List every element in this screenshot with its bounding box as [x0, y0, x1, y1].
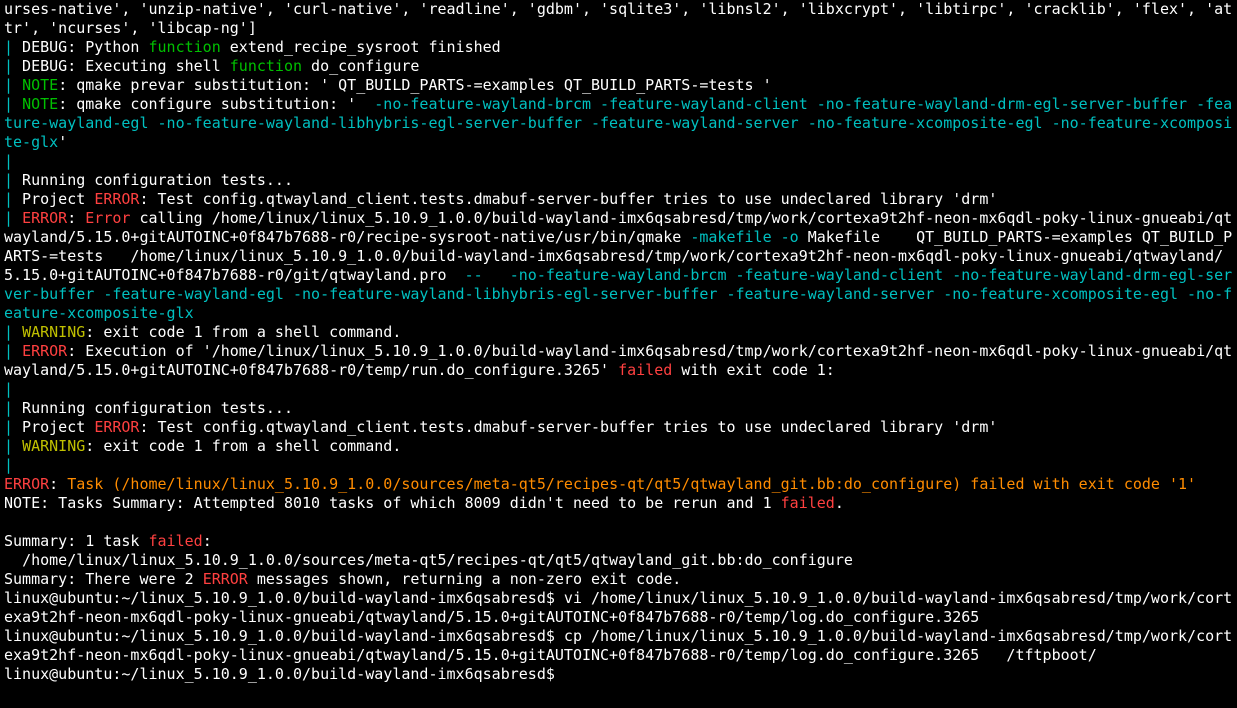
warning-label: WARNING	[22, 323, 85, 341]
pipe: |	[4, 456, 13, 474]
dashdash: --	[465, 266, 483, 284]
log-line: :	[203, 532, 212, 550]
task-failed-msg: Task (/home/linux/linux_5.10.9_1.0.0/sou…	[67, 475, 1196, 493]
log-line: Summary: There were 2	[4, 570, 203, 588]
log-line: Running configuration tests...	[13, 399, 293, 417]
shell-prompt: linux@ubuntu:~/linux_5.10.9_1.0.0/build-…	[4, 589, 564, 607]
log-line: : exit code 1 from a shell command.	[85, 437, 401, 455]
error-label: ERROR	[94, 190, 139, 208]
pipe: |	[4, 76, 13, 94]
error-label: ERROR	[22, 342, 67, 360]
log-line: NOTE: Tasks Summary: Attempted 8010 task…	[4, 494, 781, 512]
note-label: NOTE	[22, 76, 58, 94]
log-line: : Test config.qtwayland_client.tests.dma…	[139, 190, 997, 208]
error-label: ERROR	[203, 570, 248, 588]
terminal-output[interactable]: urses-native', 'unzip-native', 'curl-nat…	[0, 0, 1237, 684]
pipe: |	[4, 171, 13, 189]
pipe: |	[4, 437, 13, 455]
log-line: DEBUG: Executing shell	[13, 57, 230, 75]
error-label: ERROR	[4, 475, 49, 493]
log-line: : exit code 1 from a shell command.	[85, 323, 401, 341]
log-line: Project	[13, 418, 94, 436]
log-line: do_configure	[302, 57, 419, 75]
pipe: |	[4, 323, 13, 341]
pipe: |	[4, 190, 13, 208]
warning-label: WARNING	[22, 437, 85, 455]
log-line: /home/linux/linux_5.10.9_1.0.0/sources/m…	[4, 551, 853, 569]
log-line: extend_recipe_sysroot finished	[221, 38, 501, 56]
pipe: |	[4, 152, 13, 170]
pipe: |	[4, 38, 13, 56]
shell-prompt[interactable]: linux@ubuntu:~/linux_5.10.9_1.0.0/build-…	[4, 665, 564, 683]
log-line: Project	[13, 190, 94, 208]
log-line: '	[58, 133, 67, 151]
pipe: |	[4, 209, 13, 227]
failed-word: failed	[149, 532, 203, 550]
log-line: :	[67, 209, 85, 227]
log-line: urses-native', 'unzip-native', 'curl-nat…	[4, 0, 1232, 37]
pipe: |	[4, 342, 13, 360]
pipe: |	[4, 418, 13, 436]
shell-prompt: linux@ubuntu:~/linux_5.10.9_1.0.0/build-…	[4, 627, 564, 645]
error-word: Error	[85, 209, 130, 227]
log-line: DEBUG: Python	[13, 38, 148, 56]
log-line: messages shown, returning a non-zero exi…	[248, 570, 681, 588]
failed-word: failed	[781, 494, 835, 512]
log-line: : Test config.qtwayland_client.tests.dma…	[139, 418, 997, 436]
pipe: |	[4, 380, 13, 398]
keyword-function: function	[230, 57, 302, 75]
qmake-flag: -makefile -o	[690, 228, 798, 246]
log-line: .	[835, 494, 844, 512]
error-label: ERROR	[22, 209, 67, 227]
pipe: |	[4, 399, 13, 417]
log-line: Running configuration tests...	[13, 171, 293, 189]
note-label: NOTE	[22, 95, 58, 113]
pipe: |	[4, 95, 13, 113]
log-line: : qmake prevar substitution: ' QT_BUILD_…	[58, 76, 771, 94]
log-line: : qmake configure substitution: '	[58, 95, 374, 113]
error-label: ERROR	[94, 418, 139, 436]
log-line: Summary: 1 task	[4, 532, 149, 550]
failed-word: failed	[618, 361, 672, 379]
keyword-function: function	[149, 38, 221, 56]
log-line: with exit code 1:	[672, 361, 835, 379]
log-line: :	[49, 475, 67, 493]
pipe: |	[4, 57, 13, 75]
